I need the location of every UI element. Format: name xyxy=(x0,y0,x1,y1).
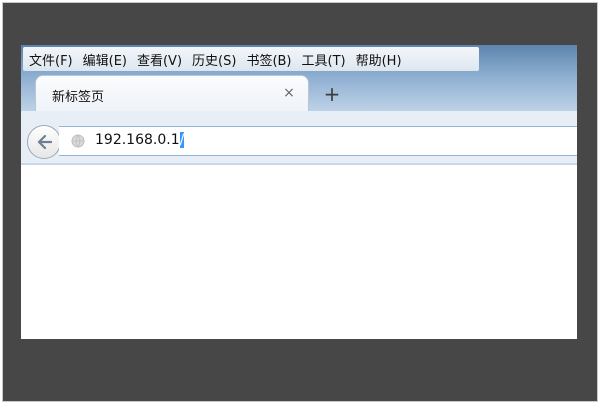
menu-history[interactable]: 历史(S) xyxy=(186,50,240,69)
browser-window: 文件(F) 编辑(E) 查看(V) 历史(S) 书签(B) 工具(T) 帮助(H… xyxy=(21,45,577,339)
menu-bar: 文件(F) 编辑(E) 查看(V) 历史(S) 书签(B) 工具(T) 帮助(H… xyxy=(23,47,479,71)
screenshot-frame: 文件(F) 编辑(E) 查看(V) 历史(S) 书签(B) 工具(T) 帮助(H… xyxy=(2,2,598,402)
title-bar: 文件(F) 编辑(E) 查看(V) 历史(S) 书签(B) 工具(T) 帮助(H… xyxy=(21,45,577,117)
navigation-bar: 192.168.0.1/ xyxy=(21,111,577,164)
back-button[interactable] xyxy=(27,125,61,159)
globe-icon xyxy=(71,134,85,148)
page-content-blank xyxy=(21,165,577,339)
url-text[interactable]: 192.168.0.1/ xyxy=(95,132,185,148)
menu-view[interactable]: 查看(V) xyxy=(131,50,186,69)
menu-edit[interactable]: 编辑(E) xyxy=(77,50,131,69)
menu-bookmarks[interactable]: 书签(B) xyxy=(240,50,295,69)
tab-new-tab[interactable]: 新标签页 × xyxy=(35,75,309,112)
tab-title: 新标签页 xyxy=(52,90,105,105)
close-icon[interactable]: × xyxy=(282,86,296,100)
menu-file[interactable]: 文件(F) xyxy=(23,50,77,69)
menu-help[interactable]: 帮助(H) xyxy=(350,50,406,69)
menu-tools[interactable]: 工具(T) xyxy=(296,50,350,69)
address-bar[interactable]: 192.168.0.1/ xyxy=(59,126,577,156)
url-host: 192.168.0.1 xyxy=(95,132,180,148)
arrow-left-icon xyxy=(37,134,52,150)
new-tab-plus-icon[interactable]: + xyxy=(321,83,343,105)
url-selected-slash: / xyxy=(179,132,185,148)
